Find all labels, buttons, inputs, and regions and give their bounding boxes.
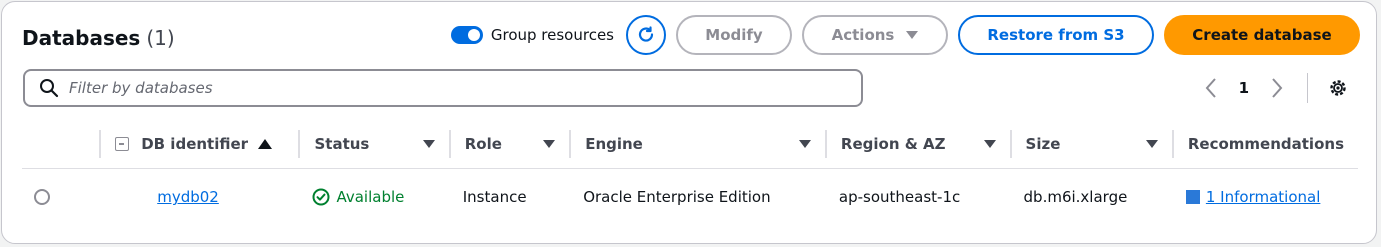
table-header-row: DB identifier Status Role Engine Region …	[22, 120, 1358, 169]
region-az-text: ap-southeast-1c	[838, 188, 961, 207]
actions-button[interactable]: Actions	[802, 15, 948, 55]
size-cell: db.m6i.xlarge	[1010, 168, 1172, 226]
previous-page-button[interactable]	[1197, 74, 1225, 102]
column-header-size[interactable]: Size	[1009, 120, 1172, 169]
refresh-icon	[638, 26, 654, 42]
sort-icon	[422, 139, 435, 148]
panel-header: Databases (1)	[22, 22, 175, 54]
refresh-button[interactable]	[626, 15, 666, 55]
region-az-cell: ap-southeast-1c	[825, 168, 1010, 226]
restore-from-s3-button[interactable]: Restore from S3	[958, 15, 1154, 55]
engine-cell: Oracle Enterprise Edition	[569, 168, 825, 226]
column-header-role[interactable]: Role	[448, 120, 570, 169]
sort-ascending-icon	[258, 138, 273, 149]
sort-icon	[798, 139, 811, 148]
status-cell: Available	[298, 168, 448, 226]
actions-label: Actions	[831, 26, 895, 44]
settings-gear-icon	[1330, 80, 1346, 96]
role-text: Instance	[462, 188, 527, 207]
chevron-right-icon	[1272, 78, 1283, 98]
informational-square-icon	[1185, 190, 1200, 205]
toolbar: Group resources Modify Actions Restore f…	[450, 15, 1360, 55]
sort-icon	[1145, 139, 1158, 148]
search-input[interactable]	[69, 79, 861, 97]
table-row[interactable]: mydb02 Available Instance Oracle Enterpr…	[22, 168, 1358, 226]
sort-icon	[983, 139, 996, 148]
resource-count: (1)	[146, 26, 175, 50]
size-text: db.m6i.xlarge	[1023, 188, 1128, 207]
column-header-recommendations[interactable]: Recommendations	[1171, 120, 1358, 169]
create-database-button[interactable]: Create database	[1164, 15, 1360, 55]
db-identifier-cell: mydb02	[99, 168, 298, 226]
status-text: Available	[336, 188, 405, 207]
select-column-header	[22, 120, 100, 169]
filter-search-box[interactable]	[23, 69, 863, 107]
collapse-all-icon[interactable]	[115, 136, 130, 151]
group-resources-toggle[interactable]: Group resources	[450, 26, 614, 44]
databases-table: DB identifier Status Role Engine Region …	[22, 120, 1358, 226]
row-radio-button[interactable]	[34, 189, 50, 206]
column-header-db-identifier[interactable]: DB identifier	[99, 120, 299, 169]
page-title: Databases	[22, 26, 141, 50]
modify-button[interactable]: Modify	[676, 15, 792, 55]
column-header-status[interactable]: Status	[298, 120, 449, 169]
column-label: Status	[314, 134, 370, 153]
column-header-region-az[interactable]: Region & AZ	[824, 120, 1010, 169]
recommendations-cell: 1 Informational	[1172, 168, 1358, 226]
column-label: Recommendations	[1187, 134, 1344, 153]
next-page-button[interactable]	[1263, 74, 1291, 102]
column-label: Region & AZ	[840, 134, 946, 153]
column-header-engine[interactable]: Engine	[569, 120, 825, 169]
toggle-switch[interactable]	[450, 26, 483, 44]
db-identifier-link[interactable]: mydb02	[157, 188, 219, 206]
column-label: Engine	[585, 134, 643, 153]
pagination: 1	[1197, 72, 1352, 104]
role-cell: Instance	[449, 168, 569, 226]
column-label: DB identifier	[141, 134, 249, 153]
group-resources-label: Group resources	[490, 26, 614, 44]
current-page-number[interactable]: 1	[1225, 79, 1263, 97]
search-icon	[40, 79, 59, 98]
caret-down-icon	[906, 31, 919, 39]
check-circle-icon	[312, 188, 330, 206]
row-select-cell	[22, 168, 99, 226]
preferences-button[interactable]	[1324, 74, 1352, 102]
column-label: Size	[1025, 134, 1061, 153]
chevron-left-icon	[1205, 78, 1216, 98]
recommendations-link[interactable]: 1 Informational	[1206, 188, 1321, 206]
sort-icon	[543, 139, 556, 148]
pagination-divider	[1307, 73, 1308, 103]
column-label: Role	[464, 134, 502, 153]
databases-panel: Databases (1) Group resources Modify Act…	[1, 1, 1377, 244]
engine-text: Oracle Enterprise Edition	[583, 188, 771, 207]
